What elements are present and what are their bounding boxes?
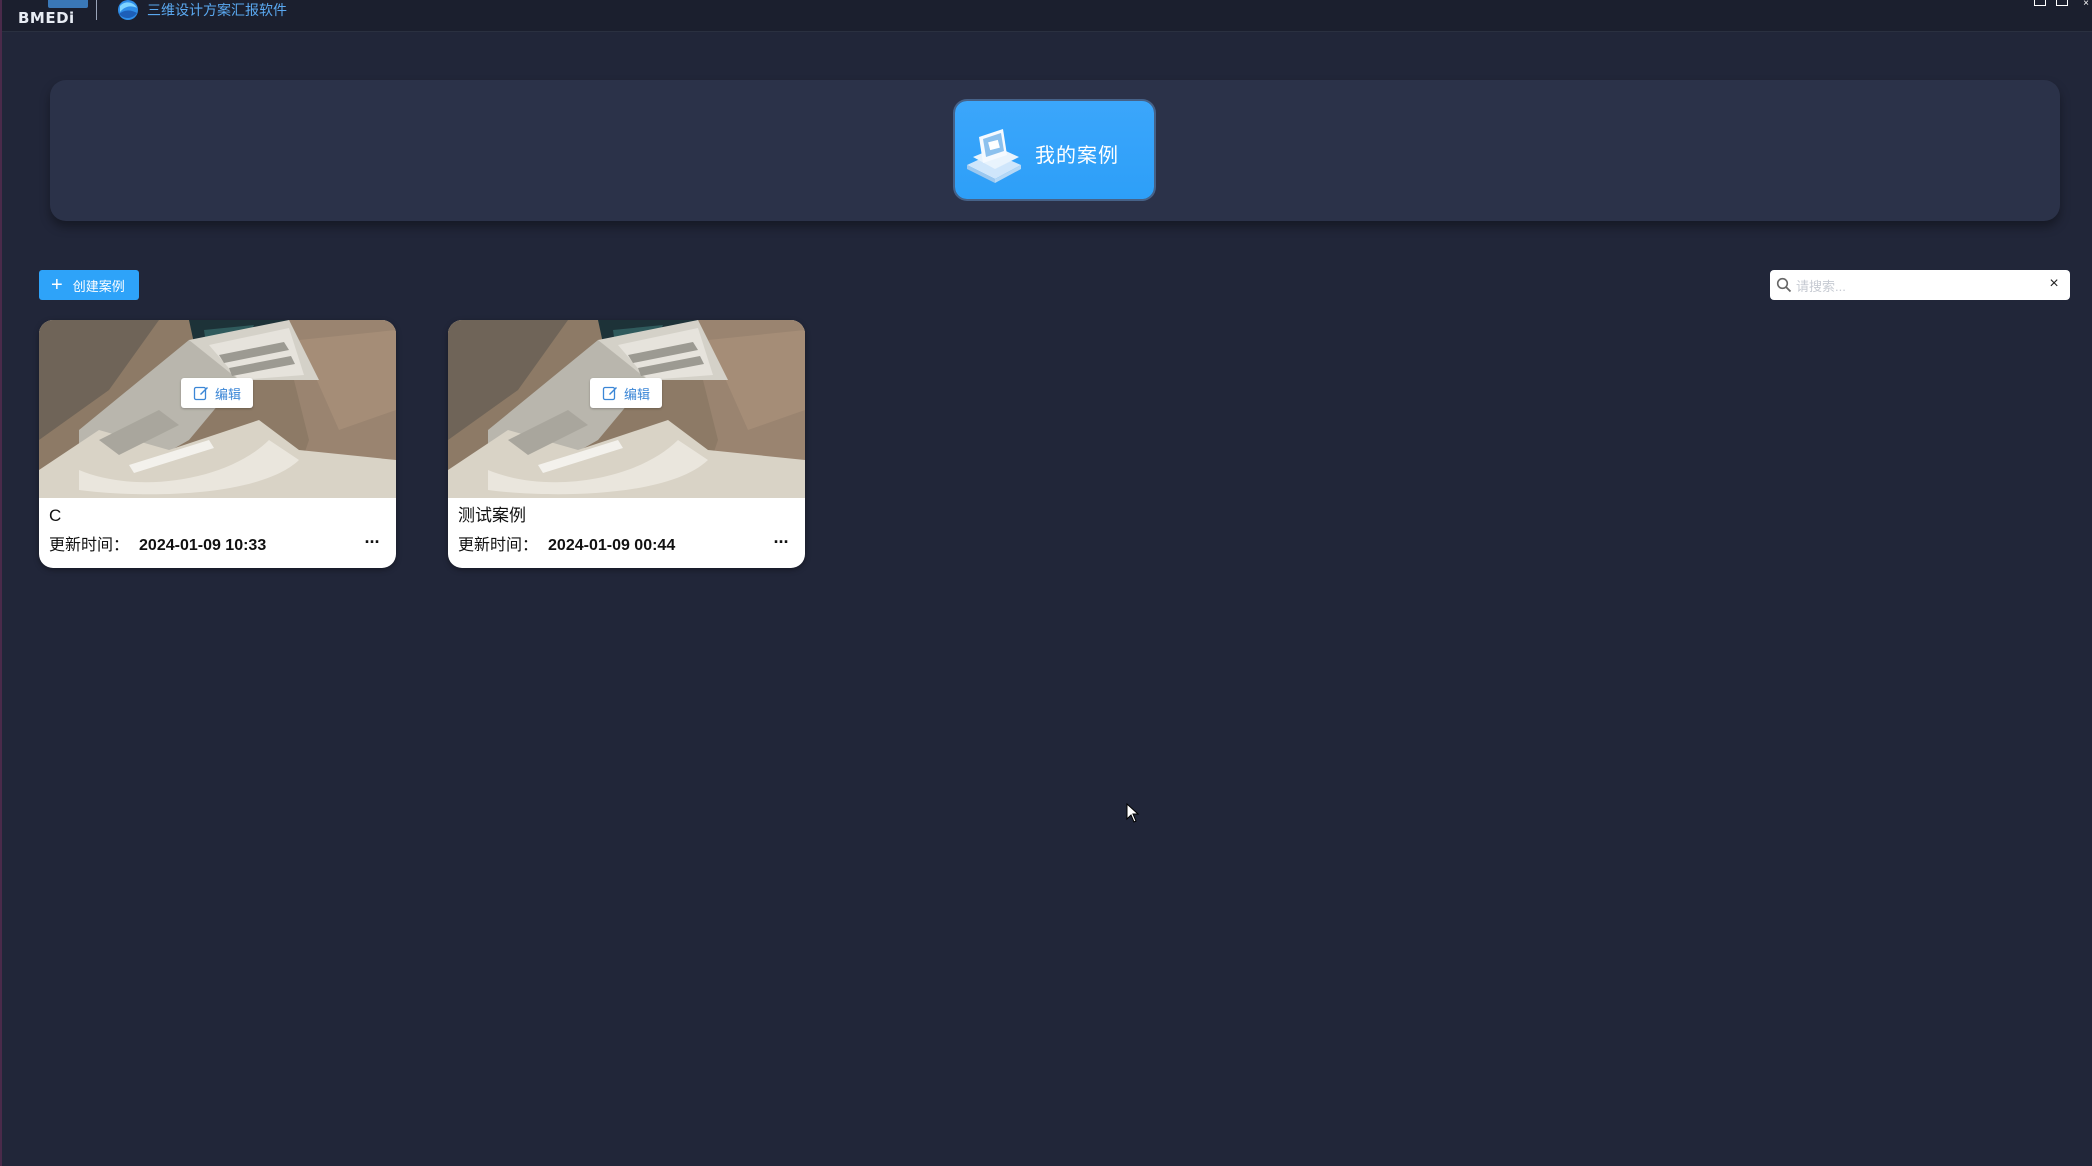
case-updated: 更新时间： 2024-01-09 10:33 xyxy=(49,536,266,556)
title-bar: BMEDi 三维设计方案汇报软件 × xyxy=(2,0,2092,32)
app-logo-icon xyxy=(118,0,138,20)
case-thumbnail xyxy=(448,320,805,498)
my-cases-button[interactable]: 我的案例 xyxy=(955,101,1154,199)
stack-icon xyxy=(967,129,1021,183)
maximize-button[interactable] xyxy=(2056,0,2068,6)
brand-logo: BMEDi xyxy=(18,0,88,28)
edit-button[interactable]: 编辑 xyxy=(590,378,662,408)
edit-icon xyxy=(602,386,617,401)
brand-name: BMEDi xyxy=(18,9,75,27)
edit-button[interactable]: 编辑 xyxy=(181,378,253,408)
edit-label: 编辑 xyxy=(214,386,241,402)
clear-search-icon[interactable]: × xyxy=(2044,274,2064,294)
my-cases-label: 我的案例 xyxy=(1035,145,1119,167)
hero-panel: 我的案例 xyxy=(50,80,2060,221)
case-thumbnail xyxy=(39,320,396,498)
minimize-button[interactable] xyxy=(2034,0,2046,6)
title-divider xyxy=(96,0,97,20)
case-updated: 更新时间： 2024-01-09 00:44 xyxy=(458,536,675,556)
more-options-icon[interactable]: ··· xyxy=(769,532,793,556)
updated-time: 2024-01-09 10:33 xyxy=(139,537,267,554)
search-icon xyxy=(1776,277,1792,293)
edit-label: 编辑 xyxy=(623,386,650,402)
app-title: 三维设计方案汇报软件 xyxy=(147,2,287,18)
search-input[interactable] xyxy=(1794,274,2038,298)
mouse-cursor-icon xyxy=(1126,803,1140,823)
case-card[interactable]: 编辑 测试案例 更新时间： 2024-01-09 00:44 ··· xyxy=(448,320,805,568)
search-box: × xyxy=(1770,270,2070,300)
logo-bar xyxy=(48,0,88,8)
create-case-label: 创建案例 xyxy=(72,278,125,294)
more-options-icon[interactable]: ··· xyxy=(360,532,384,556)
updated-label: 更新时间： xyxy=(49,537,130,554)
case-title: C xyxy=(49,506,62,525)
create-case-button[interactable]: + 创建案例 xyxy=(39,270,139,300)
app-window: BMEDi 三维设计方案汇报软件 × 我的案例 + 创建案例 请搜索... × … xyxy=(0,0,2092,1166)
edit-icon xyxy=(193,386,208,401)
plus-icon: + xyxy=(51,274,63,296)
updated-time: 2024-01-09 00:44 xyxy=(548,537,676,554)
close-button[interactable]: × xyxy=(2078,0,2092,9)
case-title: 测试案例 xyxy=(458,506,526,525)
updated-label: 更新时间： xyxy=(458,537,539,554)
window-controls: × xyxy=(2034,0,2092,9)
case-card[interactable]: 编辑 C 更新时间： 2024-01-09 10:33 ··· xyxy=(39,320,396,568)
